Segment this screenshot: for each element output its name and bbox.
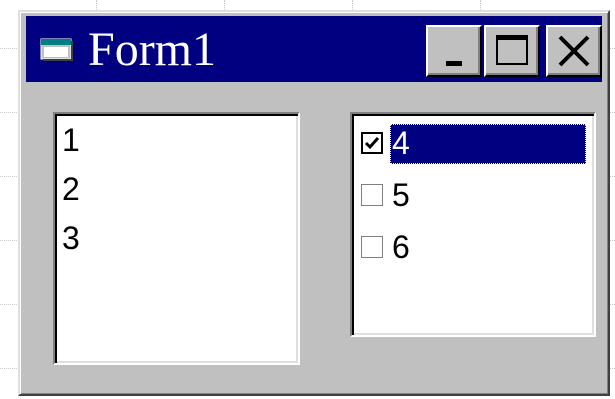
- checked-list-box[interactable]: 4 5 6: [350, 112, 596, 337]
- item-checkbox[interactable]: [361, 132, 383, 154]
- list-item[interactable]: 2: [62, 171, 80, 207]
- close-icon: [556, 33, 592, 69]
- maximize-button[interactable]: [484, 25, 540, 77]
- checked-list-item-label: 5: [392, 177, 410, 213]
- form-window-icon[interactable]: [40, 38, 74, 62]
- list-item[interactable]: 3: [62, 220, 80, 256]
- close-button[interactable]: [546, 25, 602, 77]
- list-item-label: 1: [62, 122, 80, 158]
- minimize-button[interactable]: [426, 25, 482, 77]
- checked-list-item-label: 6: [392, 229, 410, 265]
- form-window: Form1 1 2 3 4 5 6: [18, 10, 610, 396]
- checked-list-item[interactable]: 6: [356, 224, 592, 270]
- item-checkbox[interactable]: [361, 236, 383, 258]
- list-box[interactable]: 1 2 3: [53, 112, 300, 365]
- maximize-icon: [496, 35, 528, 65]
- checkmark-icon: [364, 137, 380, 150]
- checked-list-item[interactable]: 5: [356, 172, 592, 218]
- window-title: Form1: [88, 23, 217, 76]
- item-checkbox[interactable]: [361, 184, 383, 206]
- list-item-label: 2: [62, 171, 80, 207]
- checked-list-item[interactable]: 4: [356, 120, 592, 166]
- list-item-label: 3: [62, 220, 80, 256]
- checked-list-item-label: 4: [390, 124, 586, 164]
- list-item[interactable]: 1: [62, 122, 80, 158]
- minimize-icon: [446, 61, 462, 66]
- title-bar[interactable]: Form1: [26, 16, 602, 82]
